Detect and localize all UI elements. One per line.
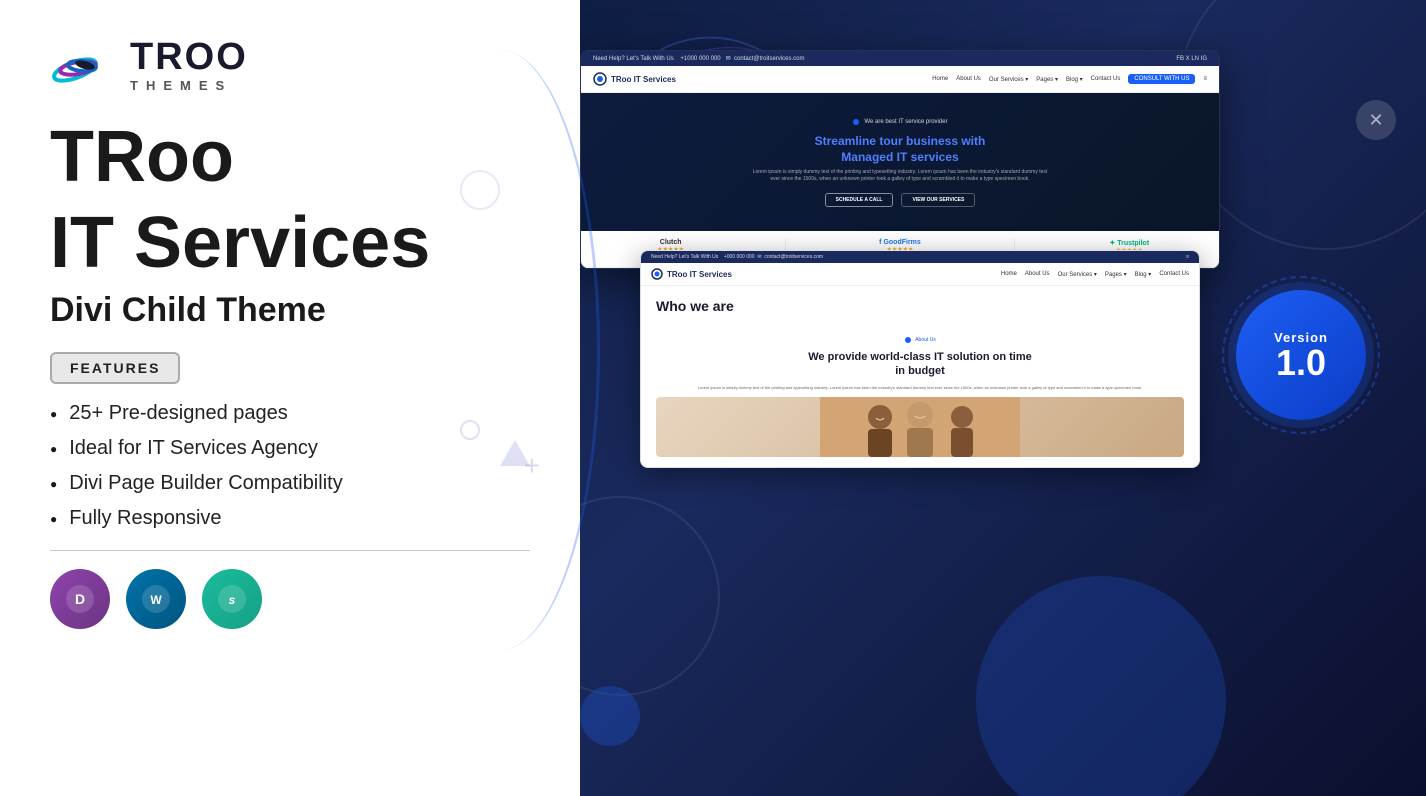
sec-body: Who we are (641, 286, 1199, 326)
sec-logo: TRoo IT Services (651, 268, 732, 280)
about-people-illustration (820, 397, 1020, 457)
hero-buttons: SCHEDULE A CALL VIEW OUR SERVICES (611, 193, 1189, 207)
close-icon: ✕ (1368, 110, 1383, 131)
nav-home: Home (932, 76, 948, 82)
sec-nav-pages: Pages ▾ (1105, 271, 1127, 278)
nav-cta-button[interactable]: CONSULT WITH US (1128, 74, 1195, 84)
about-section: About Us We provide world-class IT solut… (641, 326, 1199, 467)
badge-slick: s (202, 569, 262, 629)
preview-main: Need Help? Let's Talk With Us +1000 000 … (580, 50, 1220, 269)
about-desc: Lorem ipsum is simply dummy text of the … (656, 385, 1184, 391)
nav-pages: Pages ▾ (1036, 76, 1058, 83)
version-number: 1.0 (1276, 345, 1326, 381)
sec-nav-about: About Us (1025, 271, 1050, 277)
svg-text:W: W (150, 593, 162, 607)
deco-solid-circle (976, 576, 1226, 796)
topbar-social-links: FB X LN IG (1176, 56, 1207, 62)
slick-icon: s (216, 583, 248, 615)
svg-text:D: D (75, 591, 85, 607)
review-goodfirms-name: f GoodFirms (879, 239, 921, 246)
divi-icon: D (64, 583, 96, 615)
preview-container: Need Help? Let's Talk With Us +1000 000 … (580, 50, 1260, 269)
about-title: We provide world-class IT solution on ti… (656, 350, 1184, 379)
sec-topbar: Need Help? Let's Talk With Us +000 000 0… (641, 251, 1199, 263)
deco-left-curve (400, 50, 600, 650)
site-topbar: Need Help? Let's Talk With Us +1000 000 … (581, 51, 1219, 66)
sec-nav-contact: Contact Us (1159, 271, 1189, 277)
hero-badge-icon (852, 118, 860, 126)
site-hero: We are best IT service provider Streamli… (581, 93, 1219, 231)
nav-contact: Contact Us (1091, 76, 1121, 82)
sec-nav-services: Our Services ▾ (1058, 271, 1097, 278)
sec-logo-icon (651, 268, 663, 280)
sec-navbar: TRoo IT Services Home About Us Our Servi… (641, 263, 1199, 286)
right-panel: ✕ Version 1.0 Need Help? Let's Talk With… (480, 0, 1426, 796)
review-trustpilot-name: ✦ Trustpilot (1109, 239, 1149, 247)
svg-text:s: s (229, 593, 236, 607)
badge-divi: D (50, 569, 110, 629)
nav-services: Our Services ▾ (989, 76, 1028, 83)
about-image (656, 397, 1184, 457)
about-label-icon (904, 336, 912, 344)
sec-topbar-left: Need Help? Let's Talk With Us +000 000 0… (651, 254, 823, 260)
badge-wordpress: W (126, 569, 186, 629)
site-nav-links: Home About Us Our Services ▾ Pages ▾ Blo… (932, 74, 1207, 84)
site-navbar: TRoo IT Services Home About Us Our Servi… (581, 66, 1219, 93)
sec-nav-links: Home About Us Our Services ▾ Pages ▾ Blo… (1001, 271, 1189, 278)
who-we-are-heading: Who we are (656, 298, 1184, 314)
logo-text: TROO THEMES (130, 38, 248, 93)
logo-troo-text: TROO (130, 38, 248, 76)
review-clutch-name: Clutch (660, 239, 682, 246)
site-logo: TRoo IT Services (593, 72, 676, 86)
hero-btn-services[interactable]: VIEW OUR SERVICES (901, 193, 975, 207)
hero-description: Lorem ipsum is simply dummy text of the … (750, 169, 1050, 183)
logo-themes-text: THEMES (130, 78, 248, 93)
nav-about: About Us (956, 76, 981, 82)
about-label: About Us (656, 336, 1184, 344)
sec-topbar-right: ≡ (1186, 254, 1189, 260)
site-logo-icon (593, 72, 607, 86)
nav-blog: Blog ▾ (1066, 76, 1083, 83)
topbar-left-text: Need Help? Let's Talk With Us +1000 000 … (593, 55, 804, 62)
features-badge: FEATURES (50, 352, 180, 384)
hero-title: Streamline tour business with Managed IT… (611, 134, 1189, 165)
hero-title-colored: Managed IT services (841, 150, 958, 164)
hero-btn-schedule[interactable]: SCHEDULE A CALL (825, 193, 894, 207)
sec-nav-home: Home (1001, 271, 1017, 277)
close-button[interactable]: ✕ (1356, 100, 1396, 140)
logo-icon (50, 30, 120, 100)
version-badge: Version 1.0 (1236, 290, 1366, 420)
wordpress-icon: W (140, 583, 172, 615)
deco-bottom-circle (580, 686, 640, 746)
sec-nav-blog: Blog ▾ (1135, 271, 1152, 278)
nav-hamburger[interactable]: ≡ (1203, 76, 1207, 82)
left-panel: + TROO THEMES TRoo IT Services Divi Chil… (0, 0, 580, 796)
preview-secondary: Need Help? Let's Talk With Us +000 000 0… (640, 250, 1200, 468)
hero-badge: We are best IT service provider (852, 118, 947, 126)
